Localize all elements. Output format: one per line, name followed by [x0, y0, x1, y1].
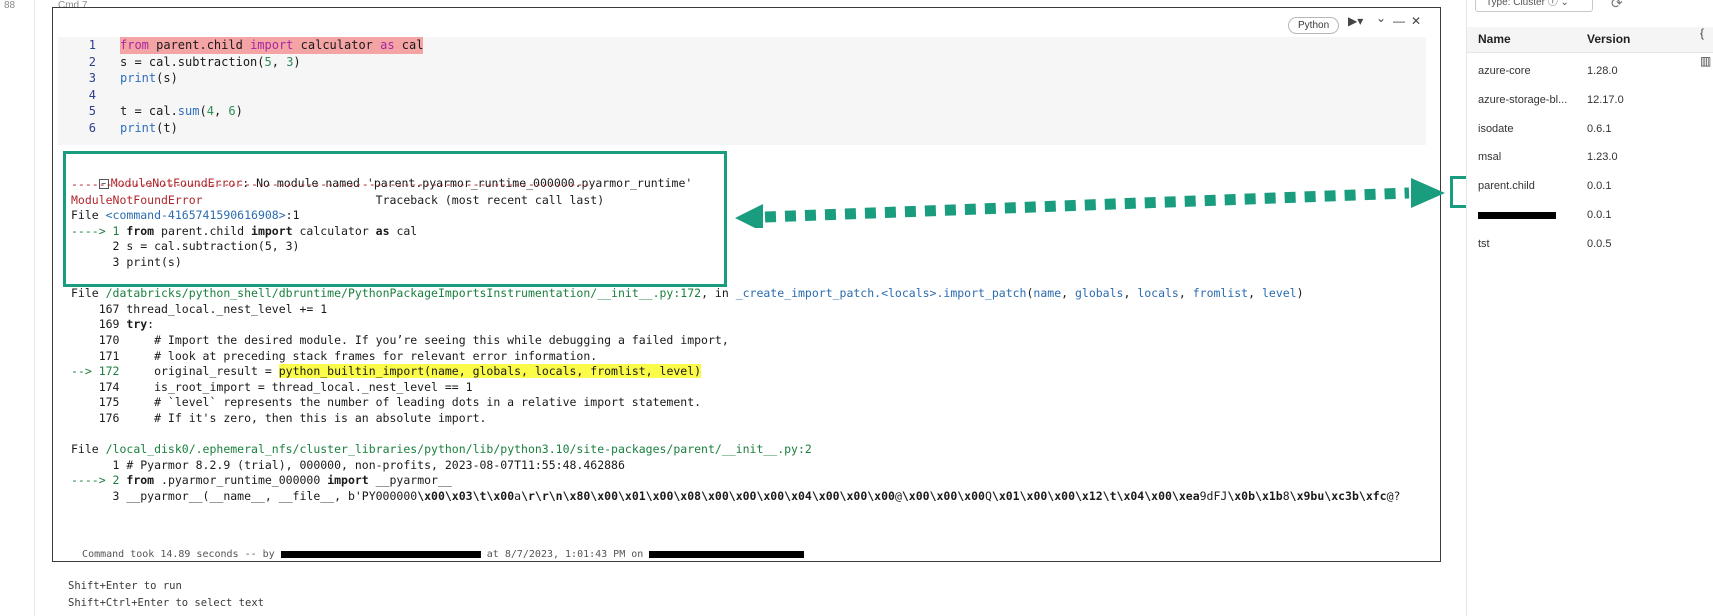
traceback-line: 176 # If it's zero, then this is an abso…: [71, 411, 487, 425]
cluster-type-label: Type: Cluster: [1486, 0, 1545, 8]
line-number: 2: [88, 54, 96, 69]
package-row[interactable]: azure-storage-bl... 12.17.0: [1467, 89, 1697, 111]
traceback-line: ----> 2 from .pyarmor_runtime_000000 imp…: [71, 473, 452, 488]
arrow-head-right: [1411, 178, 1445, 208]
code-text: s = cal.subtraction(5, 3): [120, 54, 301, 69]
package-name: [1478, 204, 1584, 226]
traceback-line: 167 thread_local._nest_level += 1: [71, 301, 328, 316]
package-version: 12.17.0: [1587, 93, 1624, 106]
line-number: 1: [88, 38, 96, 52]
line-number: 5: [88, 104, 96, 118]
package-version: 0.0.5: [1587, 237, 1612, 250]
code-editor[interactable]: 1 from parent.child import calculator as …: [58, 37, 1494, 146]
package-version: 1.23.0: [1587, 151, 1618, 164]
traceback-line: 169 try:: [71, 317, 155, 332]
code-text: print(t): [120, 120, 178, 135]
traceback-line: 175 # `level` represents the number of l…: [71, 395, 702, 410]
hint-run: Shift+Enter to run: [68, 580, 182, 592]
packages-table-header: Name Version: [1467, 27, 1713, 53]
package-row[interactable]: azure-core 1.28.0: [1467, 60, 1697, 82]
annotation-arrow: [735, 178, 1445, 228]
package-row[interactable]: 0.0.1: [1467, 204, 1697, 226]
side-toolbar: { ▥: [1700, 26, 1711, 68]
package-name: tst: [1478, 237, 1490, 250]
package-row[interactable]: msal 1.23.0: [1467, 146, 1697, 168]
libraries-panel: Type: Cluster ⓘ ⌄ ⟳ Name Version azure-c…: [1466, 0, 1713, 616]
braces-icon[interactable]: {: [1700, 26, 1711, 40]
status-timestamp: at 8/7/2023, 1:01:43 PM on: [480, 549, 650, 560]
package-version: 0.0.1: [1587, 180, 1612, 193]
code-text: print(s): [120, 71, 178, 85]
traceback-line: 3 __pyarmor__(__name__, __file__, b'PY00…: [71, 489, 1401, 503]
chevron-down-icon[interactable]: ⌄: [1376, 11, 1386, 25]
annotation-box-error: [63, 151, 727, 287]
redacted-user: [280, 550, 481, 558]
traceback-line: 1 # Pyarmor 8.2.9 (trial), 000000, non-p…: [71, 457, 625, 472]
code-line[interactable]: 5 t = cal.sum(4, 6): [58, 103, 1418, 120]
language-selector[interactable]: Python: [1288, 17, 1340, 34]
code-line[interactable]: 3 print(s): [58, 70, 1418, 87]
redacted-cluster: [649, 550, 805, 558]
status-prefix: Command took 14.89 seconds -- by: [82, 549, 281, 560]
code-text: from parent.child import calculator as c…: [120, 37, 424, 54]
library-icon[interactable]: ▥: [1700, 54, 1711, 68]
package-name: azure-core: [1478, 65, 1531, 77]
traceback-line: 174 is_root_import = thread_local._nest_…: [71, 379, 473, 394]
line-number: 4: [88, 87, 96, 102]
package-row[interactable]: isodate 0.6.1: [1467, 118, 1697, 140]
code-text: t = cal.sum(4, 6): [120, 104, 243, 118]
gutter-number: 88: [4, 0, 16, 11]
notebook-gutter: 88: [0, 0, 35, 616]
close-icon[interactable]: ✕: [1411, 14, 1421, 28]
arrow-shaft: [764, 187, 1410, 223]
package-name: msal: [1478, 151, 1502, 164]
hint-run-selected: Shift+Ctrl+Enter to select text: [68, 597, 264, 609]
column-version: Version: [1587, 32, 1631, 46]
package-row[interactable]: tst 0.0.5: [1467, 233, 1697, 255]
traceback-line: 171 # look at preceding stack frames for…: [71, 348, 598, 363]
package-name: isodate: [1478, 122, 1514, 135]
code-line[interactable]: 1 from parent.child import calculator as …: [58, 37, 1418, 54]
package-version: 0.6.1: [1587, 122, 1612, 135]
code-line[interactable]: 6 print(t): [58, 120, 1418, 137]
package-name: parent.child: [1478, 180, 1535, 193]
run-cell-icon[interactable]: ▶▾: [1348, 14, 1363, 28]
arrow-head-left: [735, 204, 763, 228]
traceback-line: --> 172 original_result = python_builtin…: [71, 364, 702, 379]
traceback-line: File /local_disk0/.ephemeral_nfs/cluster…: [71, 442, 812, 457]
command-status: Command took 14.89 seconds -- by at 8/7/…: [70, 538, 805, 560]
package-row[interactable]: parent.child 0.0.1: [1467, 175, 1697, 197]
package-version: 0.0.1: [1587, 209, 1612, 221]
cluster-type-select[interactable]: Type: Cluster ⓘ ⌄: [1475, 0, 1593, 12]
column-name: Name: [1478, 32, 1511, 46]
code-line[interactable]: 2 s = cal.subtraction(5, 3): [58, 54, 1418, 71]
minimize-icon[interactable]: —: [1393, 14, 1405, 28]
traceback-line: 170 # Import the desired module. If you’…: [71, 333, 729, 347]
code-line[interactable]: 4: [58, 87, 1418, 104]
redacted-package-name: [1478, 211, 1556, 219]
package-version: 1.28.0: [1587, 65, 1618, 77]
line-number: 6: [88, 120, 96, 135]
line-number: 3: [88, 71, 96, 85]
package-name: azure-storage-bl...: [1478, 93, 1568, 106]
refresh-icon[interactable]: ⟳: [1611, 0, 1623, 12]
traceback-line: File /databricks/python_shell/dbruntime/…: [71, 286, 1304, 301]
